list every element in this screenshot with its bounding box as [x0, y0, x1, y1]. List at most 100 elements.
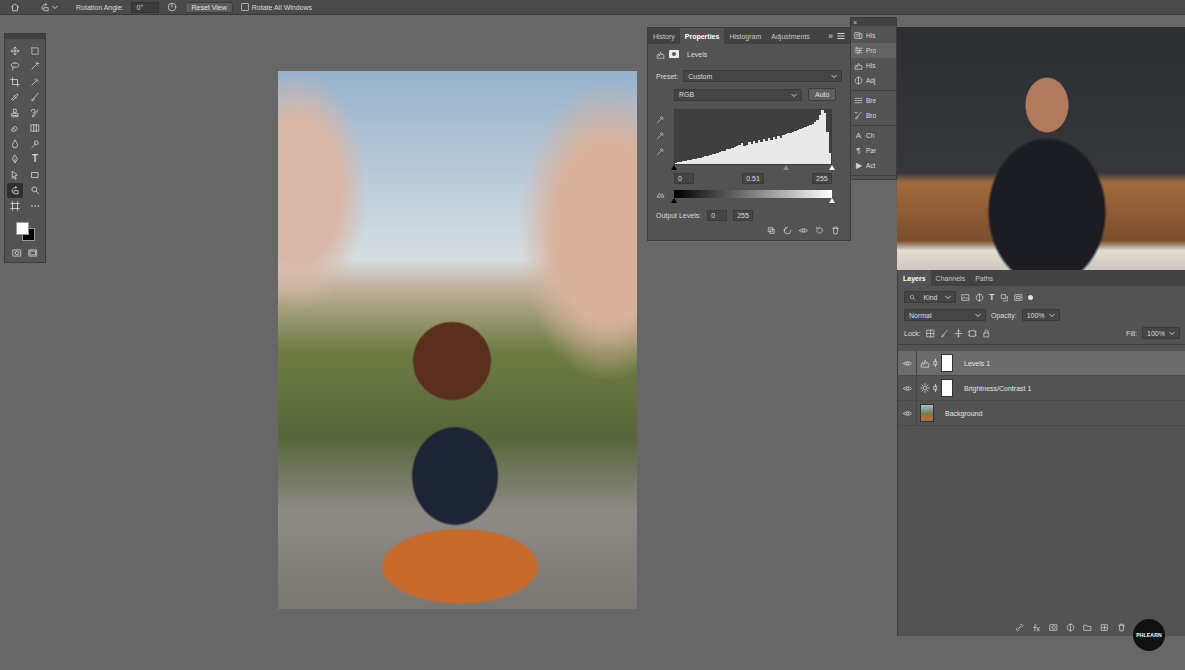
move-tool[interactable]: [7, 43, 23, 59]
panel-menu-icon[interactable]: [837, 32, 845, 40]
input-slider-handle[interactable]: [671, 165, 677, 170]
dock-item[interactable]: Adj: [851, 73, 896, 88]
output-slider-handle[interactable]: [671, 198, 677, 203]
dock-item[interactable]: His: [851, 58, 896, 73]
blur-tool[interactable]: [7, 136, 23, 152]
panel-tab[interactable]: Channels: [931, 270, 971, 286]
brush-tool[interactable]: [27, 90, 43, 106]
quick-mask-icon[interactable]: [12, 248, 22, 258]
lock-artboard-icon[interactable]: [968, 329, 977, 338]
panel-tab[interactable]: Properties: [680, 28, 725, 44]
panel-tab[interactable]: Adjustments: [766, 28, 815, 44]
lock-all-icon[interactable]: [982, 329, 991, 338]
path-select-tool[interactable]: [7, 167, 23, 183]
panel-overflow-button[interactable]: »: [824, 28, 837, 44]
home-icon[interactable]: [10, 2, 20, 12]
input-slider-handle[interactable]: [783, 165, 789, 170]
panel-tab[interactable]: Histogram: [724, 28, 766, 44]
eraser-tool[interactable]: [7, 121, 23, 137]
dock-close-button[interactable]: ×: [853, 19, 857, 26]
black-point-eyedropper-icon[interactable]: [656, 115, 665, 124]
new-adjustment-icon[interactable]: [1066, 623, 1075, 632]
marquee-tool[interactable]: [27, 43, 43, 59]
input-slider-handle[interactable]: [829, 165, 835, 170]
fill-field[interactable]: 100%: [1142, 327, 1180, 339]
panel-tab[interactable]: History: [648, 28, 680, 44]
dodge-tool[interactable]: [27, 136, 43, 152]
dock-item[interactable]: ¶Par: [851, 143, 896, 158]
dock-item[interactable]: His: [851, 28, 896, 43]
input-level-field[interactable]: 0.51: [742, 173, 764, 184]
lock-transparent-icon[interactable]: [926, 329, 935, 338]
white-point-eyedropper-icon[interactable]: [656, 147, 665, 156]
chain-icon[interactable]: [933, 358, 938, 368]
auto-button[interactable]: Auto: [808, 88, 836, 101]
trash-icon[interactable]: [831, 226, 840, 235]
layer-mask-thumbnail[interactable]: [941, 354, 953, 372]
dock-item[interactable]: ACh: [851, 128, 896, 143]
clip-to-layer-icon[interactable]: [767, 226, 776, 235]
rotate-view-tool[interactable]: [7, 183, 23, 199]
magic-wand-tool[interactable]: [27, 59, 43, 75]
delete-layer-icon[interactable]: [1117, 623, 1126, 632]
dock-item[interactable]: Pro: [851, 43, 896, 58]
rotation-angle-field[interactable]: 0°: [131, 2, 159, 13]
blend-mode-dropdown[interactable]: Normal: [904, 309, 986, 321]
visibility-toggle[interactable]: [898, 376, 917, 400]
lock-pixels-icon[interactable]: [940, 329, 949, 338]
visibility-toggle[interactable]: [898, 351, 917, 375]
adjustment-filter-icon[interactable]: [975, 293, 984, 302]
layer-mask-thumbnail[interactable]: [941, 379, 953, 397]
dock-item[interactable]: Bro: [851, 108, 896, 123]
rotation-dial-icon[interactable]: [167, 2, 177, 12]
clipping-icon[interactable]: [656, 190, 665, 199]
lock-position-icon[interactable]: [954, 329, 963, 338]
checkbox-box[interactable]: [241, 3, 249, 11]
view-previous-icon[interactable]: [783, 226, 792, 235]
layer-mask-icon[interactable]: [1049, 623, 1058, 632]
dock-item[interactable]: Bre: [851, 93, 896, 108]
history-brush-tool[interactable]: [27, 105, 43, 121]
link-icon[interactable]: [1015, 623, 1024, 632]
input-level-field[interactable]: 0: [674, 173, 694, 184]
type-tool[interactable]: T: [27, 152, 43, 168]
visibility-toggle[interactable]: [898, 401, 917, 425]
healing-brush-tool[interactable]: [7, 90, 23, 106]
gray-point-eyedropper-icon[interactable]: [656, 131, 665, 140]
layer-row[interactable]: Brightness/Contrast 1: [898, 376, 1185, 401]
foreground-color-swatch[interactable]: [16, 222, 29, 235]
gradient-tool[interactable]: [27, 121, 43, 137]
canvas-photo[interactable]: [278, 71, 637, 609]
layer-row[interactable]: Background: [898, 401, 1185, 426]
input-level-field[interactable]: 255: [812, 173, 832, 184]
group-icon[interactable]: [1083, 623, 1092, 632]
panel-grip[interactable]: [5, 34, 45, 39]
panel-tab[interactable]: Paths: [970, 270, 998, 286]
output-levels-slider[interactable]: [674, 198, 832, 204]
output-slider-handle[interactable]: [829, 198, 835, 203]
crop-tool[interactable]: [7, 74, 23, 90]
channel-dropdown[interactable]: RGB: [674, 89, 802, 101]
new-layer-icon[interactable]: [1100, 623, 1109, 632]
output-level-field[interactable]: 0: [707, 210, 727, 221]
chain-icon[interactable]: [933, 383, 938, 393]
more-tools-tool[interactable]: [27, 198, 43, 214]
eyedropper-tool[interactable]: [27, 74, 43, 90]
output-level-field[interactable]: 255: [733, 210, 753, 221]
clone-stamp-tool[interactable]: [7, 105, 23, 121]
filter-kind-dropdown[interactable]: Kind: [904, 291, 956, 303]
lasso-tool[interactable]: [7, 59, 23, 75]
opacity-field[interactable]: 100%: [1022, 309, 1060, 321]
shape-filter-icon[interactable]: [1000, 293, 1009, 302]
rotate-all-windows-checkbox[interactable]: Rotate All Windows: [241, 3, 312, 11]
filter-toggle[interactable]: [1028, 295, 1033, 300]
frame-tool[interactable]: [7, 198, 23, 214]
reset-view-button[interactable]: Reset View: [185, 2, 232, 13]
zoom-tool[interactable]: [27, 183, 43, 199]
dock-item[interactable]: ▶Act: [851, 158, 896, 173]
smart-object-filter-icon[interactable]: [1014, 293, 1023, 302]
input-levels-slider[interactable]: [674, 165, 832, 171]
visibility-icon[interactable]: [799, 226, 808, 235]
pixel-filter-icon[interactable]: [961, 293, 970, 302]
type-filter-icon[interactable]: T: [989, 292, 995, 302]
